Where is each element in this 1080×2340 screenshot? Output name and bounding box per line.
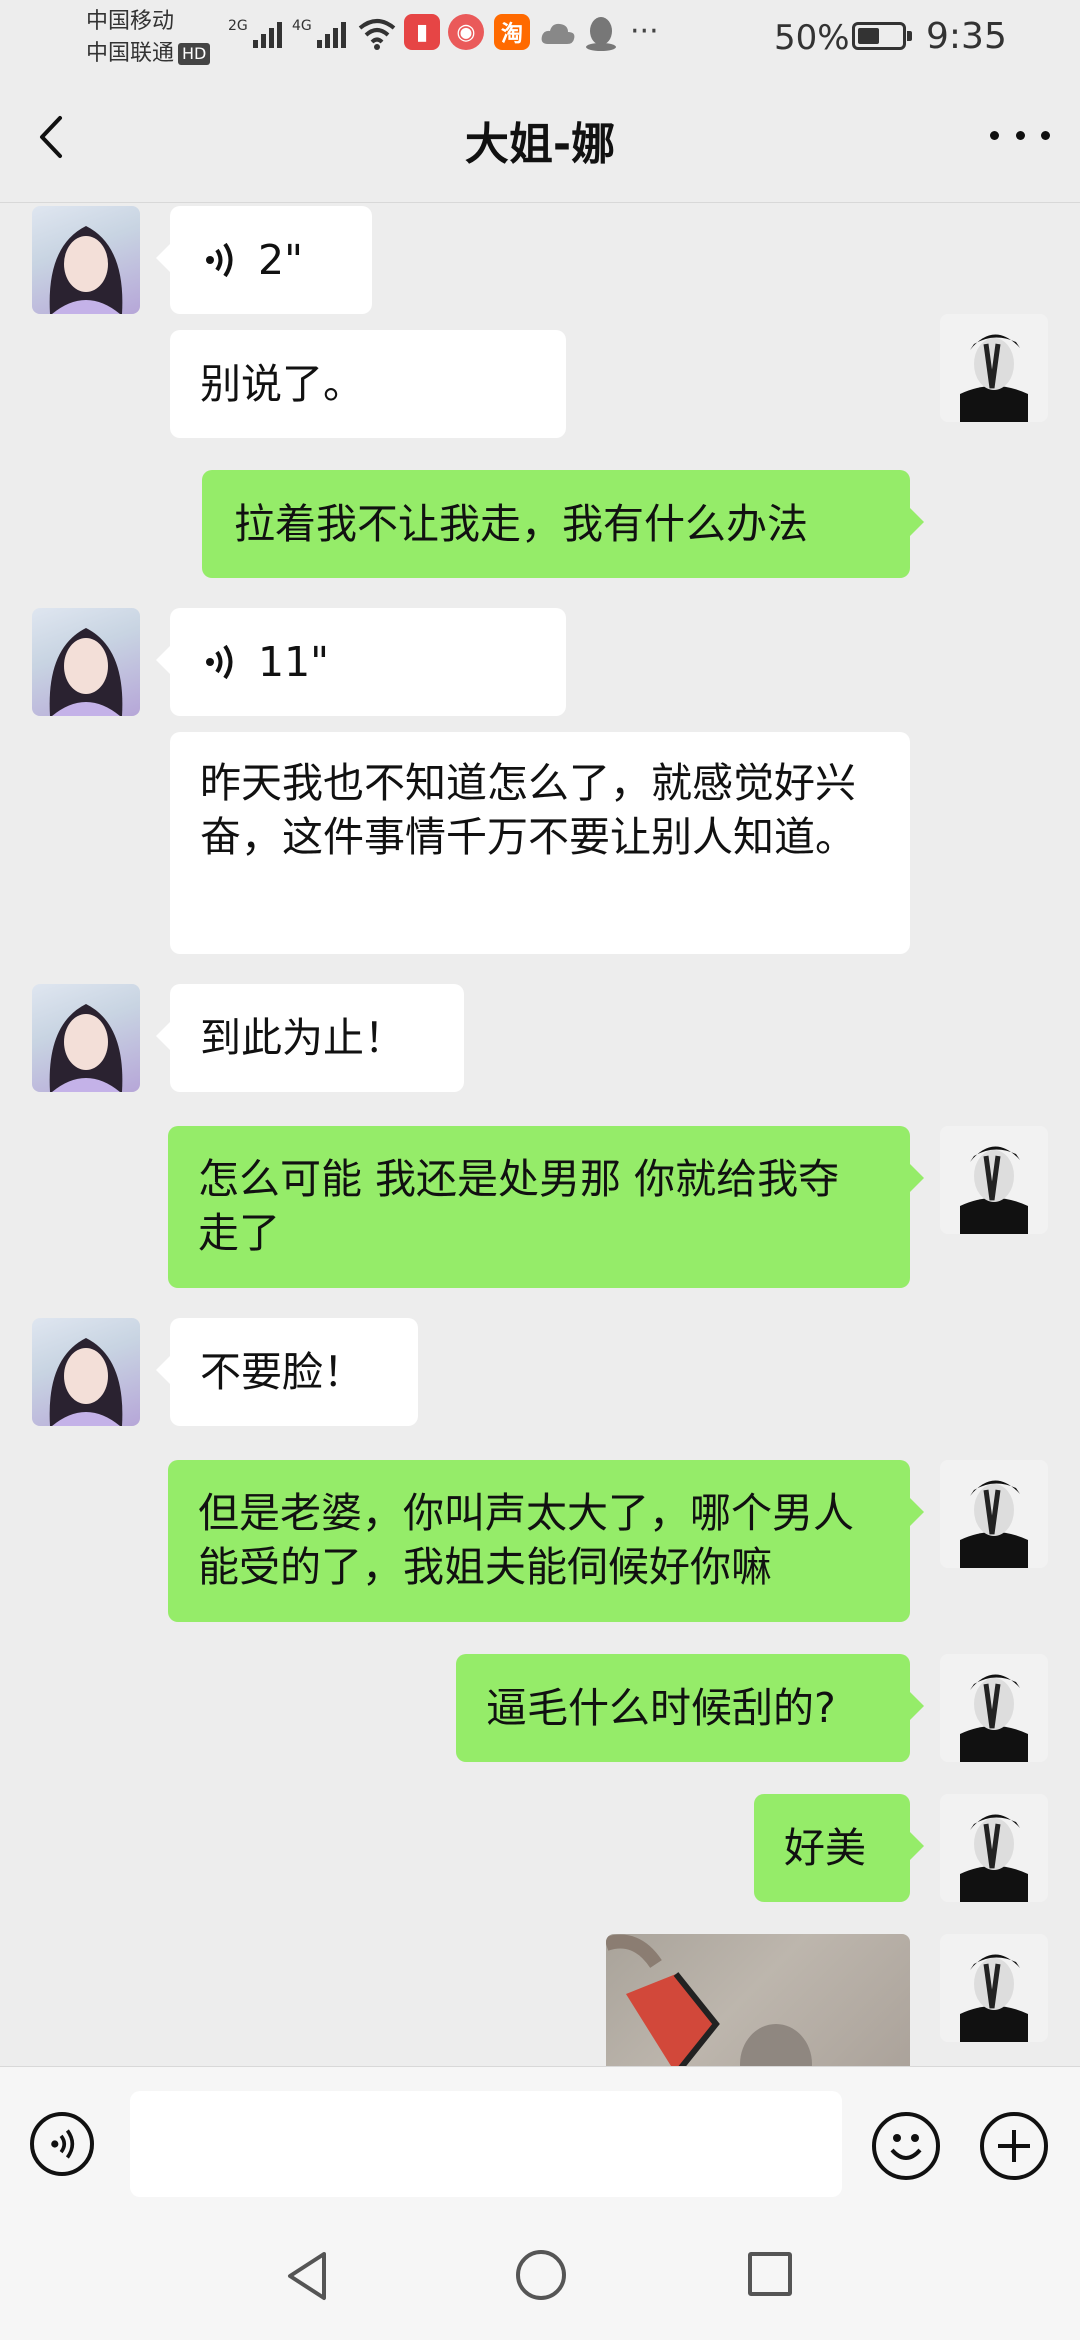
voice-duration: 11" [258, 638, 330, 686]
battery-icon [852, 22, 912, 50]
contact-avatar[interactable] [32, 206, 140, 314]
message-text: 但是老婆，你叫声太大了，哪个男人能受的了，我姐夫能伺候好你嘛 [198, 1489, 854, 1591]
podcast-app-icon: ◉ [448, 14, 484, 50]
message-text: 怎么可能 我还是处男那 你就给我夺走了 [198, 1155, 840, 1257]
message-text: 好美 [784, 1824, 866, 1872]
emoji-icon[interactable] [872, 2112, 940, 2180]
more-notifications-icon: ··· [630, 14, 659, 49]
text-message[interactable]: 好美 [754, 1794, 924, 1902]
text-message[interactable]: 拉着我不让我走，我有什么办法 [202, 470, 924, 578]
voice-message[interactable]: 11" [156, 608, 566, 716]
voice-message[interactable]: 2" [156, 206, 372, 314]
voice-input-icon[interactable] [30, 2112, 94, 2176]
taobao-app-icon: 淘 [494, 14, 530, 50]
my-avatar[interactable] [940, 314, 1048, 422]
my-avatar[interactable] [940, 1126, 1048, 1234]
cloud-icon [541, 23, 575, 44]
message-text: 到此为止！ [200, 1014, 405, 1062]
voice-wave-icon [206, 644, 233, 680]
message-text: 不要脸！ [200, 1348, 364, 1396]
clock: 9:35 [926, 16, 1007, 57]
signal-icon: 2G [228, 18, 282, 48]
chat-title: 大姐-娜 [464, 119, 616, 170]
my-avatar[interactable] [940, 1794, 1048, 1902]
message-text: 逼毛什么时候刮的? [486, 1684, 836, 1732]
back-nav-icon[interactable] [284, 2250, 332, 2302]
book-app-icon: ▮ [404, 14, 440, 50]
voice-duration: 2" [258, 236, 303, 284]
recents-nav-icon[interactable] [748, 2252, 792, 2296]
more-options-icon[interactable] [990, 110, 1050, 160]
carrier-info: 中国移动 中国联通 HD [86, 6, 211, 70]
input-bar [0, 2066, 1080, 2211]
message-list[interactable]: 2" 别说了。 拉着我不让我走，我有什么办法 11" 昨天我也不知道怎么了，就感… [0, 202, 1080, 2066]
my-avatar[interactable] [940, 1654, 1048, 1762]
add-more-icon[interactable] [980, 2112, 1048, 2180]
my-avatar[interactable] [940, 1934, 1048, 2042]
my-avatar[interactable] [940, 1460, 1048, 1568]
image-message[interactable] [606, 1934, 910, 2066]
system-nav-bar [0, 2210, 1080, 2340]
wifi-icon [358, 19, 396, 50]
message-text: 别说了。 [200, 360, 364, 408]
message-text: 昨天我也不知道怎么了，就感觉好兴奋，这件事情千万不要让别人知道。 [200, 759, 856, 861]
text-message[interactable]: 昨天我也不知道怎么了，就感觉好兴奋，这件事情千万不要让别人知道。 [170, 732, 910, 954]
hd-badge: HD [178, 43, 211, 65]
status-bar: 中国移动 中国联通 HD 2G 4G ▮ ◉ 淘 ··· 50% 9:35 [0, 0, 1080, 74]
carrier-1: 中国移动 [86, 9, 175, 34]
contact-avatar[interactable] [32, 984, 140, 1092]
qq-icon [586, 17, 616, 51]
contact-avatar[interactable] [32, 608, 140, 716]
battery-fill [858, 28, 879, 44]
message-input[interactable] [130, 2091, 842, 2197]
text-message[interactable]: 怎么可能 我还是处男那 你就给我夺走了 [168, 1126, 924, 1288]
voice-wave-icon [206, 242, 233, 278]
carrier-2: 中国联通 [86, 41, 175, 66]
text-message[interactable]: 到此为止！ [156, 984, 464, 1092]
text-message[interactable]: 别说了。 [170, 330, 566, 438]
text-message[interactable]: 但是老婆，你叫声太大了，哪个男人能受的了，我姐夫能伺候好你嘛 [168, 1460, 924, 1622]
text-message[interactable]: 逼毛什么时候刮的? [456, 1654, 924, 1762]
message-text: 拉着我不让我走，我有什么办法 [234, 500, 808, 548]
signal-icon: 4G [292, 18, 346, 48]
chat-header: 大姐-娜 [0, 74, 1080, 203]
home-nav-icon[interactable] [516, 2250, 566, 2300]
text-message[interactable]: 不要脸！ [156, 1318, 418, 1426]
battery-percent: 50% [774, 18, 850, 58]
contact-avatar[interactable] [32, 1318, 140, 1426]
